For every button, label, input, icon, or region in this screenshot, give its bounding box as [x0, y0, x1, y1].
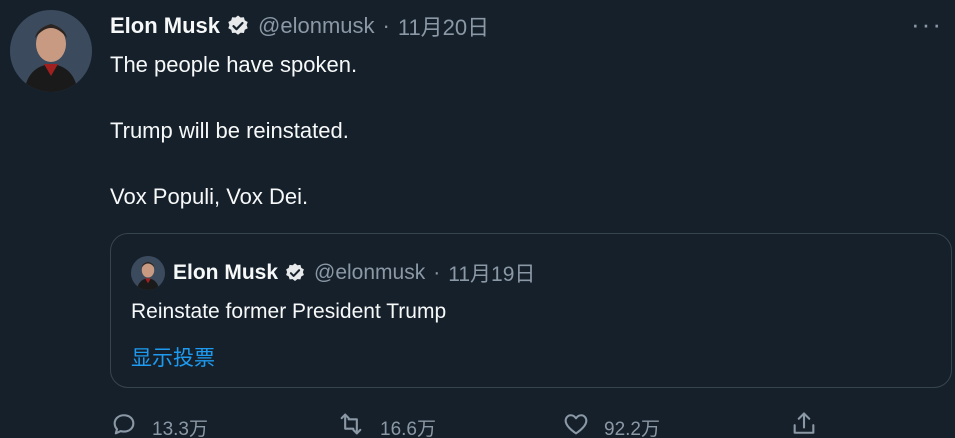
- author-name[interactable]: Elon Musk: [110, 13, 220, 39]
- action-bar: 13.3万 16.6万 92.2万: [0, 410, 955, 438]
- like-button[interactable]: 92.2万: [562, 410, 660, 438]
- header-separator: ·: [382, 13, 390, 38]
- heart-icon: [562, 410, 590, 438]
- tweet-date[interactable]: 11月20日: [398, 10, 489, 42]
- tweet-text-line-2: Trump will be reinstated.: [110, 118, 349, 143]
- quoted-date[interactable]: 11月19日: [448, 258, 535, 288]
- verified-badge-icon: [284, 262, 306, 284]
- tweet-header: Elon Musk @elonmusk · 11月20日: [110, 10, 489, 42]
- tweet-text-line-3: Vox Populi, Vox Dei.: [110, 184, 309, 209]
- quoted-avatar[interactable]: [131, 256, 165, 290]
- retweet-icon: [336, 410, 366, 438]
- retweet-button[interactable]: 16.6万: [336, 410, 436, 438]
- reply-button[interactable]: 13.3万: [110, 410, 208, 438]
- retweet-count: 16.6万: [380, 418, 436, 438]
- share-button[interactable]: [790, 410, 818, 438]
- more-icon[interactable]: ···: [911, 11, 943, 37]
- like-count: 92.2万: [604, 418, 660, 438]
- quoted-separator: ·: [433, 261, 441, 284]
- quoted-tweet[interactable]: Elon Musk @elonmusk · 11月19日 Reinstate f…: [110, 233, 952, 388]
- tweet-text-line-1: The people have spoken.: [110, 52, 358, 77]
- tweet: Elon Musk @elonmusk · 11月20日 ··· The peo…: [0, 0, 955, 438]
- author-handle[interactable]: @elonmusk: [258, 13, 375, 39]
- reply-icon: [110, 410, 138, 438]
- quoted-header: Elon Musk @elonmusk · 11月19日: [173, 256, 535, 290]
- verified-badge-icon: [226, 14, 250, 38]
- reply-count: 13.3万: [152, 418, 208, 438]
- quoted-author-handle[interactable]: @elonmusk: [314, 261, 425, 285]
- avatar[interactable]: [10, 10, 92, 92]
- show-poll-link[interactable]: 显示投票: [131, 342, 215, 372]
- quoted-text: Reinstate former President Trump: [131, 300, 447, 323]
- quoted-author-name[interactable]: Elon Musk: [173, 261, 278, 285]
- share-icon: [790, 410, 818, 438]
